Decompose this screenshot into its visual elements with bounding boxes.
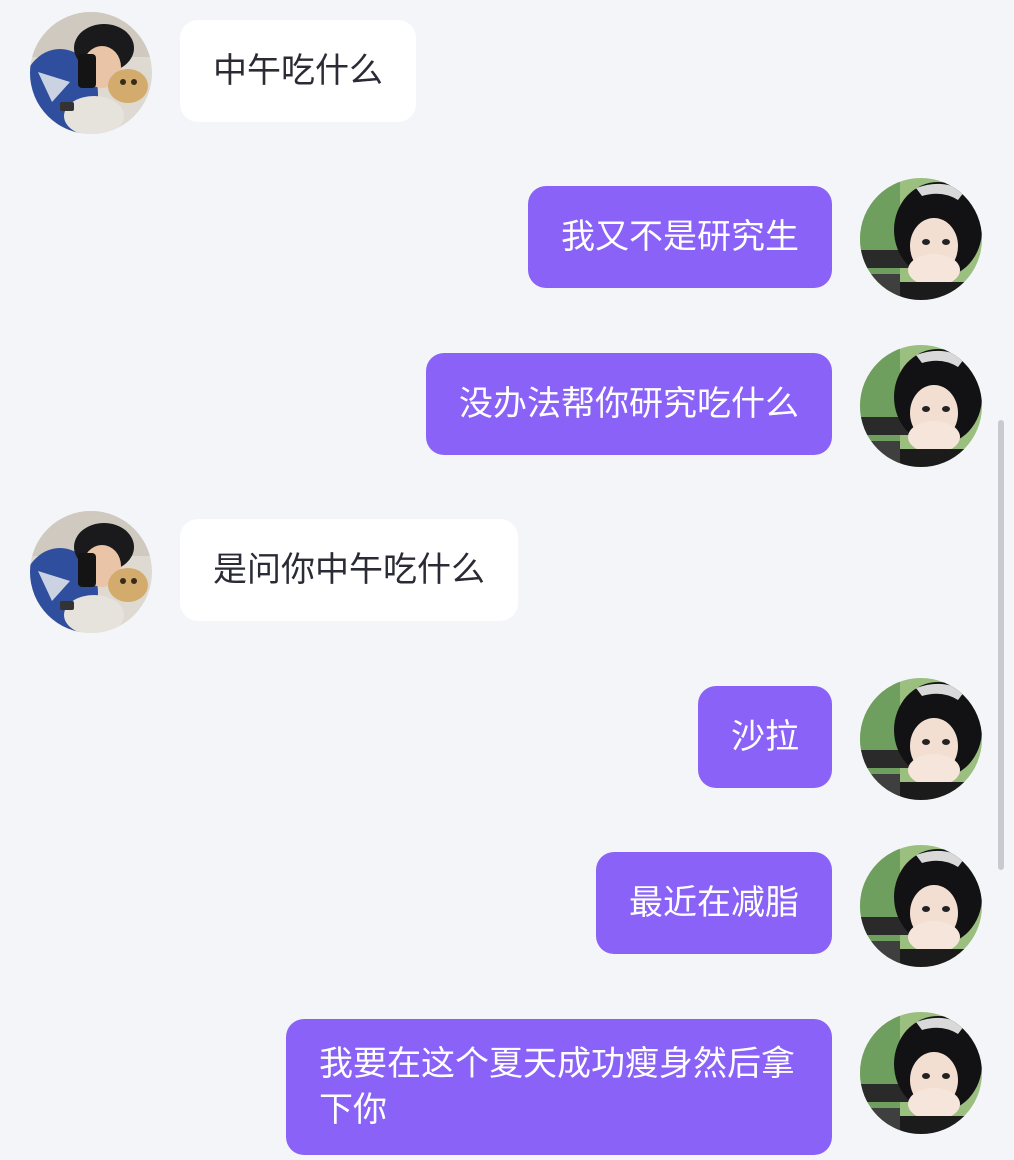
message-bubble-outgoing[interactable]: 我又不是研究生 [528,186,832,288]
male-user-avatar-icon [30,511,152,633]
message-text: 是问你中午吃什么 [213,550,485,590]
message-text: 我又不是研究生 [561,217,799,257]
self-avatar[interactable] [860,345,982,467]
contact-avatar[interactable] [30,511,152,633]
female-user-avatar-icon [860,678,982,800]
chat-thread: 中午吃什么 我又不是研究生 没办法帮你研究吃什么 是问你中午吃什么 沙拉 最近在… [0,0,1014,1160]
message-bubble-outgoing[interactable]: 沙拉 [698,686,832,788]
female-user-avatar-icon [860,345,982,467]
message-text: 中午吃什么 [213,51,383,91]
message-bubble-outgoing[interactable]: 没办法帮你研究吃什么 [426,353,832,455]
self-avatar[interactable] [860,178,982,300]
self-avatar[interactable] [860,845,982,967]
message-text: 沙拉 [731,717,799,757]
female-user-avatar-icon [860,845,982,967]
female-user-avatar-icon [860,1012,982,1134]
message-text: 最近在减脂 [629,883,799,923]
message-text: 没办法帮你研究吃什么 [459,384,799,424]
self-avatar[interactable] [860,1012,982,1134]
male-user-avatar-icon [30,12,152,134]
scrollbar[interactable] [998,420,1004,870]
message-bubble-outgoing[interactable]: 最近在减脂 [596,852,832,954]
contact-avatar[interactable] [30,12,152,134]
message-bubble-incoming[interactable]: 是问你中午吃什么 [180,519,518,621]
message-bubble-outgoing[interactable]: 我要在这个夏天成功瘦身然后拿下你 [286,1019,832,1155]
female-user-avatar-icon [860,178,982,300]
message-bubble-incoming[interactable]: 中午吃什么 [180,20,416,122]
message-text: 我要在这个夏天成功瘦身然后拿下你 [319,1044,795,1130]
self-avatar[interactable] [860,678,982,800]
